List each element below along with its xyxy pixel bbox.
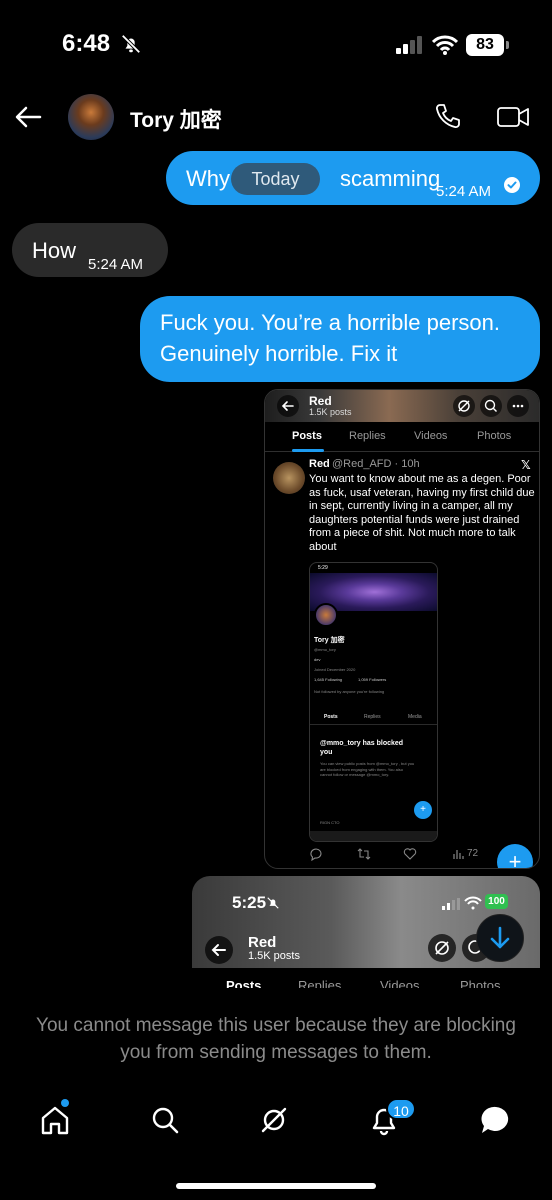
bottom-nav — [0, 1090, 552, 1150]
nested-bio: dev — [314, 657, 321, 662]
nested-handle: @mmo_tory — [314, 647, 336, 652]
bell-slash-icon — [121, 34, 141, 54]
bell-slash-icon — [267, 897, 279, 909]
battery-indicator: 83 — [466, 34, 504, 56]
phone-icon[interactable] — [434, 102, 462, 130]
status-bar: 6:48 83 — [0, 0, 552, 90]
nested-followed-note: Not followed by anyone you're following — [314, 689, 385, 694]
date-divider-chip: Today — [231, 163, 320, 195]
contact-name[interactable]: Tory 加密 — [130, 104, 222, 134]
views-count: 72 — [467, 848, 479, 859]
profile-name: Red — [248, 934, 277, 951]
nested-compose-button: + — [414, 801, 432, 819]
tab-videos: Videos — [380, 978, 420, 988]
reply-icon — [310, 848, 322, 861]
chat-header: Tory 加密 — [0, 90, 552, 146]
nested-tab-posts: Posts — [324, 714, 338, 720]
more-icon — [507, 395, 529, 417]
message-text: Fuck you. You’re a horrible person. Genu… — [160, 310, 500, 366]
nested-screenshot: 5:29 Tory 加密 @mmo_tory dev Joined Decemb… — [309, 562, 438, 842]
nested-joined: Joined December 2020 — [314, 667, 356, 672]
profile-tabs: Posts Replies Videos Photos — [265, 422, 539, 452]
profile-post-count: 1.5K posts — [248, 950, 300, 962]
scroll-to-bottom-button[interactable] — [476, 914, 524, 962]
back-arrow-icon — [205, 936, 233, 964]
grok-icon — [428, 934, 456, 962]
repost-icon — [357, 848, 371, 860]
tab-posts: Posts — [292, 430, 322, 442]
grok-icon — [453, 395, 475, 417]
nested-tabs: Posts Replies Media — [310, 711, 437, 725]
post-author-avatar — [273, 462, 305, 494]
active-tab-indicator — [292, 449, 324, 452]
nested-nav-bar — [310, 831, 437, 841]
message-text-continued: scamming — [340, 166, 441, 191]
compose-button-in-screenshot: + — [497, 844, 533, 868]
tab-videos: Videos — [414, 430, 448, 442]
nested-avatar — [314, 603, 338, 627]
message-bubble-outgoing[interactable]: Fuck you. You’re a horrible person. Genu… — [140, 296, 540, 382]
screenshot-battery: 100 — [485, 894, 508, 909]
arrow-down-icon — [490, 926, 510, 949]
tab-photos: Photos — [460, 978, 501, 988]
blocked-notice: You cannot message this user because the… — [36, 1015, 516, 1063]
post-author-handle: @Red_AFD · 10h — [332, 458, 420, 470]
nested-tab-media: Media — [408, 714, 422, 720]
nested-blocked-description: You can view public posts from @mmo_tory… — [320, 761, 415, 777]
nested-followers: 1,059 Followers — [358, 677, 387, 682]
screenshot-status-time: 5:25 — [232, 893, 267, 912]
message-time: 5:24 AM — [436, 183, 492, 200]
profile-name: Red — [309, 394, 332, 408]
post-author-name: Red — [309, 458, 330, 470]
views-icon — [453, 850, 464, 859]
notification-count-badge: 10 — [386, 1098, 416, 1120]
profile-post-count: 1.5K posts — [309, 407, 352, 417]
search-icon[interactable] — [145, 1100, 185, 1140]
grok-icon[interactable] — [254, 1100, 294, 1140]
cellular-signal-icon — [442, 898, 460, 910]
message-bubble-outgoing[interactable]: Why scamming 5:24 AM — [166, 151, 540, 205]
wifi-icon — [464, 896, 482, 910]
message-text: Why — [186, 166, 230, 191]
back-arrow-icon[interactable] — [14, 104, 42, 130]
nested-status-time: 5:29 — [318, 565, 328, 571]
message-bubble-incoming[interactable]: How 5:24 AM — [12, 223, 168, 277]
post-text: You want to know about me as a degen. Po… — [309, 473, 535, 553]
nested-footer-text: RIGN CTO — [320, 820, 340, 825]
tab-replies: Replies — [298, 978, 342, 988]
messages-icon[interactable] — [476, 1100, 516, 1140]
tab-replies: Replies — [349, 430, 386, 442]
video-call-icon[interactable] — [496, 104, 530, 130]
home-indicator — [176, 1183, 376, 1189]
nested-following: 1,645 Following — [314, 677, 343, 682]
home-unread-dot — [61, 1099, 69, 1107]
like-icon — [403, 848, 417, 860]
status-time: 6:48 — [62, 30, 111, 57]
tab-photos: Photos — [477, 430, 512, 442]
message-text: How — [32, 238, 77, 263]
back-arrow-icon — [277, 395, 299, 417]
nested-blocked-title: @mmo_tory has blocked you — [320, 740, 404, 756]
nested-name: Tory 加密 — [314, 637, 345, 644]
cellular-signal-icon — [396, 36, 422, 54]
battery-cap — [506, 41, 509, 49]
message-time: 5:24 AM — [88, 256, 144, 273]
shared-screenshot-image[interactable]: Red 1.5K posts Posts Replies Videos Phot… — [264, 389, 540, 869]
search-icon — [480, 395, 502, 417]
tab-posts: Posts — [226, 978, 262, 988]
contact-avatar[interactable] — [68, 94, 114, 140]
nested-tab-replies: Replies — [364, 714, 381, 720]
read-receipt-icon — [504, 177, 520, 193]
x-logo-icon: 𝕏 — [521, 458, 531, 472]
home-icon[interactable] — [35, 1100, 75, 1140]
wifi-icon — [432, 35, 458, 55]
